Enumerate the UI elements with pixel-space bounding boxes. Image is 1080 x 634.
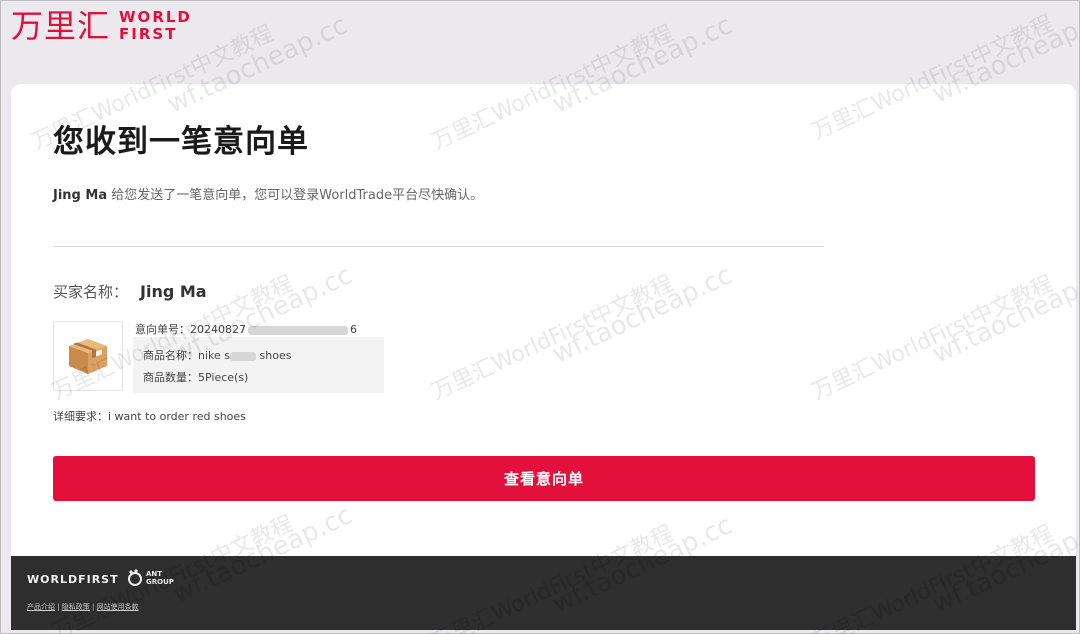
redacted-block	[230, 351, 257, 361]
divider	[53, 246, 824, 247]
page-title: 您收到一笔意向单	[53, 124, 309, 160]
redacted-block	[248, 325, 348, 335]
logo-english-text: WORLD FIRST	[119, 9, 192, 43]
footer-link-product[interactable]: 产品介绍	[27, 603, 55, 611]
intro-text: Jing Ma 给您发送了一笔意向单，您可以登录WorldTrade平台尽快确认…	[53, 184, 483, 203]
ant-text-line1: ANT	[146, 569, 163, 578]
order-number: 意向单号：20240827 6	[135, 321, 357, 337]
ant-text-line2: GROUP	[146, 577, 174, 586]
product-thumbnail	[53, 321, 123, 391]
product-qty-row: 商品数量：5Piece(s)	[143, 367, 384, 389]
footer: WORLDFIRST ANT GROUP 产品介绍 | 隐私政策 | 网站使用条…	[11, 556, 1076, 630]
intro-sender: Jing Ma	[53, 188, 108, 203]
buyer-name: Jing Ma	[140, 282, 207, 301]
detail-label: 详细要求：	[53, 410, 108, 423]
product-name-row: 商品名称：nike s shoes	[143, 345, 384, 367]
intro-message: 给您发送了一笔意向单，您可以登录WorldTrade平台尽快确认。	[107, 188, 484, 203]
detail-text: i want to order red shoes	[108, 410, 246, 423]
footer-link-terms[interactable]: 网站使用条款	[97, 603, 139, 611]
buyer-row: 买家名称： Jing Ma	[53, 281, 207, 302]
product-name-label: 商品名称：	[143, 349, 198, 362]
footer-link-separator: |	[55, 603, 62, 611]
order-no-suffix: 6	[350, 323, 357, 336]
ant-group-logo: ANT GROUP	[126, 569, 174, 586]
product-qty-value: 5Piece(s)	[198, 371, 249, 384]
product-name-suffix: shoes	[256, 349, 292, 362]
footer-brand: WORLDFIRST	[27, 573, 119, 586]
ant-group-icon	[128, 569, 142, 586]
logo-chinese-text: 万里汇	[11, 7, 111, 45]
footer-links: 产品介绍 | 隐私政策 | 网站使用条款	[27, 602, 139, 612]
logo-en-line1: WORLD	[119, 8, 192, 26]
order-no-label: 意向单号：	[135, 323, 190, 336]
package-box-icon	[69, 339, 107, 374]
detail-row: 详细要求：i want to order red shoes	[53, 408, 246, 424]
footer-link-privacy[interactable]: 隐私政策	[62, 603, 90, 611]
logo-en-line2: FIRST	[119, 25, 178, 43]
product-info-box: 商品名称：nike s shoes 商品数量：5Piece(s)	[133, 337, 384, 393]
header: 万里汇 WORLD FIRST	[0, 0, 1080, 84]
buyer-label: 买家名称：	[53, 283, 129, 301]
product-name-prefix: nike s	[198, 349, 231, 362]
email-card: 您收到一笔意向单 Jing Ma 给您发送了一笔意向单，您可以登录WorldTr…	[11, 84, 1076, 556]
worldfirst-logo[interactable]: 万里汇 WORLD FIRST	[11, 8, 192, 44]
order-no-prefix: 20240827	[190, 323, 246, 336]
view-intent-order-button[interactable]: 查看意向单	[53, 456, 1035, 501]
product-qty-label: 商品数量：	[143, 371, 198, 384]
footer-link-separator: |	[89, 603, 97, 611]
